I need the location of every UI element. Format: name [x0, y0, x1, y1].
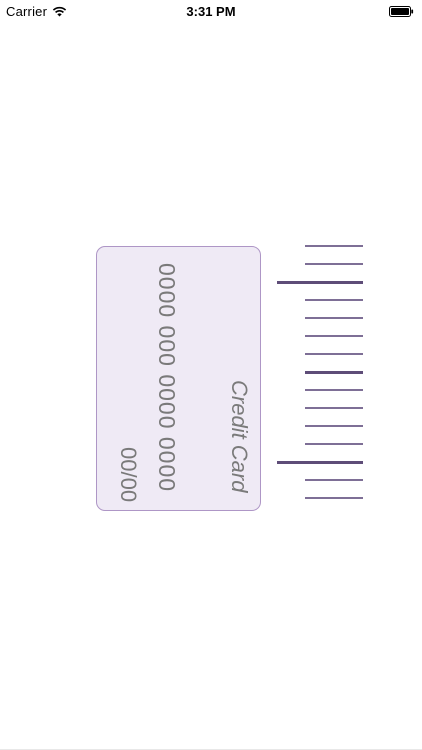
ruler-tick-mid: [305, 370, 363, 374]
ruler-tick-minor: [305, 263, 363, 265]
ruler-tick-minor: [305, 245, 363, 247]
status-time: 3:31 PM: [186, 4, 236, 19]
ruler-tick-major: [277, 280, 363, 284]
battery-icon: [389, 6, 414, 17]
ruler-tick-minor: [305, 425, 363, 427]
ruler-tick-minor: [305, 407, 363, 409]
card-label: Credit Card: [227, 380, 252, 493]
status-bar: Carrier 3:31 PM: [0, 0, 422, 22]
ruler-tick-minor: [305, 299, 363, 301]
ruler-tick-major: [277, 460, 363, 464]
ruler-tick-minor: [305, 443, 363, 445]
card-expiry: 00/00: [116, 447, 141, 503]
ruler-tick-minor: [305, 353, 363, 355]
ruler-tick-minor: [305, 335, 363, 337]
ruler-tick-minor: [305, 317, 363, 319]
ruler[interactable]: [270, 238, 370, 508]
ruler-tick-minor: [305, 479, 363, 481]
ruler-tick-minor: [305, 497, 363, 499]
ruler-tick-minor: [305, 389, 363, 391]
card-number: 0000 000 0000 0000: [154, 263, 180, 493]
screen: Carrier 3:31 PM 0000 000 0000 0000 Credi…: [0, 0, 422, 750]
